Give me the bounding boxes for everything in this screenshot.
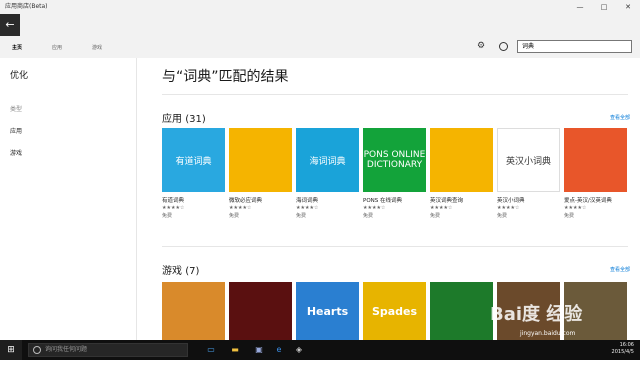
app-tile-name: 英汉词典查询 — [430, 198, 464, 204]
store-icon[interactable]: ▣ — [252, 343, 266, 357]
start-icon[interactable]: ⊞ — [0, 340, 22, 360]
close-button[interactable]: ✕ — [616, 0, 640, 14]
sidebar-item-type: 类型 — [10, 106, 23, 113]
taskbar-search-input[interactable]: 询问我任何问题 — [28, 343, 188, 357]
divider — [162, 94, 628, 95]
cortana-icon — [33, 346, 41, 354]
app-tile[interactable]: PONS ONLINE DICTIONARY PONS 在线词典 ★★★★☆ 免费 — [363, 128, 426, 219]
user-icon[interactable] — [499, 42, 508, 51]
app-tile-image — [430, 128, 493, 192]
title-bar: 应用商店(Beta) — □ ✕ — [0, 0, 640, 14]
divider — [162, 246, 628, 247]
window-title: 应用商店(Beta) — [5, 3, 48, 10]
sidebar: 优化 类型 应用 游戏 — [0, 58, 137, 340]
app-tile-price: 免费 — [229, 213, 240, 219]
clock-time: 16:06 — [619, 342, 634, 348]
app-tile-price: 免费 — [497, 213, 508, 219]
app-tile[interactable]: 微软必应词典 ★★★★☆ 免费 — [229, 128, 292, 219]
game-tile-image: Hearts — [296, 282, 359, 340]
games-count: (7) — [185, 266, 200, 277]
app-tile-name: 微软必应词典 — [229, 198, 263, 204]
apps-show-all-link[interactable]: 查看全部 — [610, 114, 630, 121]
taskbar-search-placeholder: 询问我任何问题 — [45, 346, 88, 353]
game-tile[interactable]: Spades — [363, 282, 426, 340]
nav-bar: 主页 应用 游戏 ⚙ 词典 — [0, 36, 640, 58]
game-tile-image — [229, 282, 292, 340]
game-tile-image — [162, 282, 225, 340]
app-tile-name: 英汉小词典 — [497, 198, 525, 204]
app-tile-rating: ★★★★☆ — [497, 205, 520, 211]
sidebar-item-games[interactable]: 游戏 — [10, 148, 22, 157]
app-tile-image: 英汉小词典 — [497, 128, 560, 192]
app-tile-name: PONS 在线词典 — [363, 198, 402, 204]
game-tile-image: Spades — [363, 282, 426, 340]
app-tile[interactable]: 英汉词典查询 ★★★★☆ 免费 — [430, 128, 493, 219]
app-tile-price: 免费 — [363, 213, 374, 219]
app-tile-price: 免费 — [564, 213, 575, 219]
app-tile-image: 有道词典 — [162, 128, 225, 192]
app-tile-image — [564, 128, 627, 192]
app-tile[interactable]: 英汉小词典 英汉小词典 ★★★★☆ 免费 — [497, 128, 560, 219]
app-tile-image: PONS ONLINE DICTIONARY — [363, 128, 426, 192]
game-tile[interactable] — [229, 282, 292, 340]
game-tile-image — [430, 282, 493, 340]
game-tile[interactable] — [162, 282, 225, 340]
back-bar: ← — [0, 14, 640, 36]
app-tile[interactable]: 爱点-英汉/汉英词典 ★★★★☆ 免费 — [564, 128, 627, 219]
apps-heading-label: 应用 — [162, 114, 182, 125]
clock[interactable]: 16:06 2015/4/5 — [612, 342, 634, 356]
sidebar-item-apps[interactable]: 应用 — [10, 126, 22, 135]
app-tile[interactable]: 有道词典 有道词典 ★★★★☆ 免费 — [162, 128, 225, 219]
app-tiles: 有道词典 有道词典 ★★★★☆ 免费 微软必应词典 ★★★★☆ 免费 海词词典 海词词典 ★★★★… — [162, 128, 632, 228]
clock-date: 2015/4/5 — [611, 349, 634, 355]
app-tile-rating: ★★★★☆ — [229, 205, 252, 211]
app-tile-rating: ★★★★☆ — [162, 205, 185, 211]
app-icon[interactable]: ◈ — [292, 343, 306, 357]
watermark-url: jingyan.baidu.com — [520, 330, 576, 337]
minimize-button[interactable]: — — [568, 0, 592, 14]
watermark-logo: Bai度 经验 — [490, 304, 583, 325]
tab-games[interactable]: 游戏 — [92, 44, 102, 51]
app-tile-rating: ★★★★☆ — [564, 205, 587, 211]
apps-count: (31) — [185, 114, 206, 125]
edge-icon[interactable]: e — [272, 343, 286, 357]
file-explorer-icon[interactable]: ▬ — [228, 343, 242, 357]
app-tile-rating: ★★★★☆ — [296, 205, 319, 211]
games-section-heading: 游戏 (7) — [162, 262, 199, 277]
app-tile-price: 免费 — [162, 213, 173, 219]
search-input[interactable]: 词典 — [517, 40, 632, 53]
tab-apps[interactable]: 应用 — [52, 44, 62, 51]
app-tile-name: 爱点-英汉/汉英词典 — [564, 198, 612, 204]
task-view-icon[interactable]: ▭ — [204, 343, 218, 357]
apps-section-heading: 应用 (31) — [162, 110, 206, 125]
app-tile-rating: ★★★★☆ — [363, 205, 386, 211]
app-tile-price: 免费 — [296, 213, 307, 219]
sidebar-heading: 优化 — [10, 71, 29, 81]
tab-home[interactable]: 主页 — [12, 44, 22, 51]
app-tile-rating: ★★★★☆ — [430, 205, 453, 211]
taskbar: ⊞ 询问我任何问题 ▭ ▬ ▣ e ◈ 16:06 2015/4/5 — [0, 340, 640, 360]
main-content: 与“词典”匹配的结果 应用 (31) 查看全部 有道词典 有道词典 ★★★★☆ 免费微… — [137, 58, 640, 340]
app-tile-image: 海词词典 — [296, 128, 359, 192]
game-tile[interactable] — [430, 282, 493, 340]
app-tile-name: 海词词典 — [296, 198, 319, 204]
app-tile[interactable]: 海词词典 海词词典 ★★★★☆ 免费 — [296, 128, 359, 219]
gear-icon[interactable]: ⚙ — [477, 41, 485, 51]
back-button[interactable]: ← — [0, 14, 20, 36]
games-show-all-link[interactable]: 查看全部 — [610, 266, 630, 273]
app-tile-price: 免费 — [430, 213, 441, 219]
game-tile[interactable]: Hearts — [296, 282, 359, 340]
games-heading-label: 游戏 — [162, 266, 182, 277]
app-tile-name: 有道词典 — [162, 198, 185, 204]
maximize-button[interactable]: □ — [592, 0, 616, 14]
app-tile-image — [229, 128, 292, 192]
page-title: 与“词典”匹配的结果 — [162, 69, 289, 85]
